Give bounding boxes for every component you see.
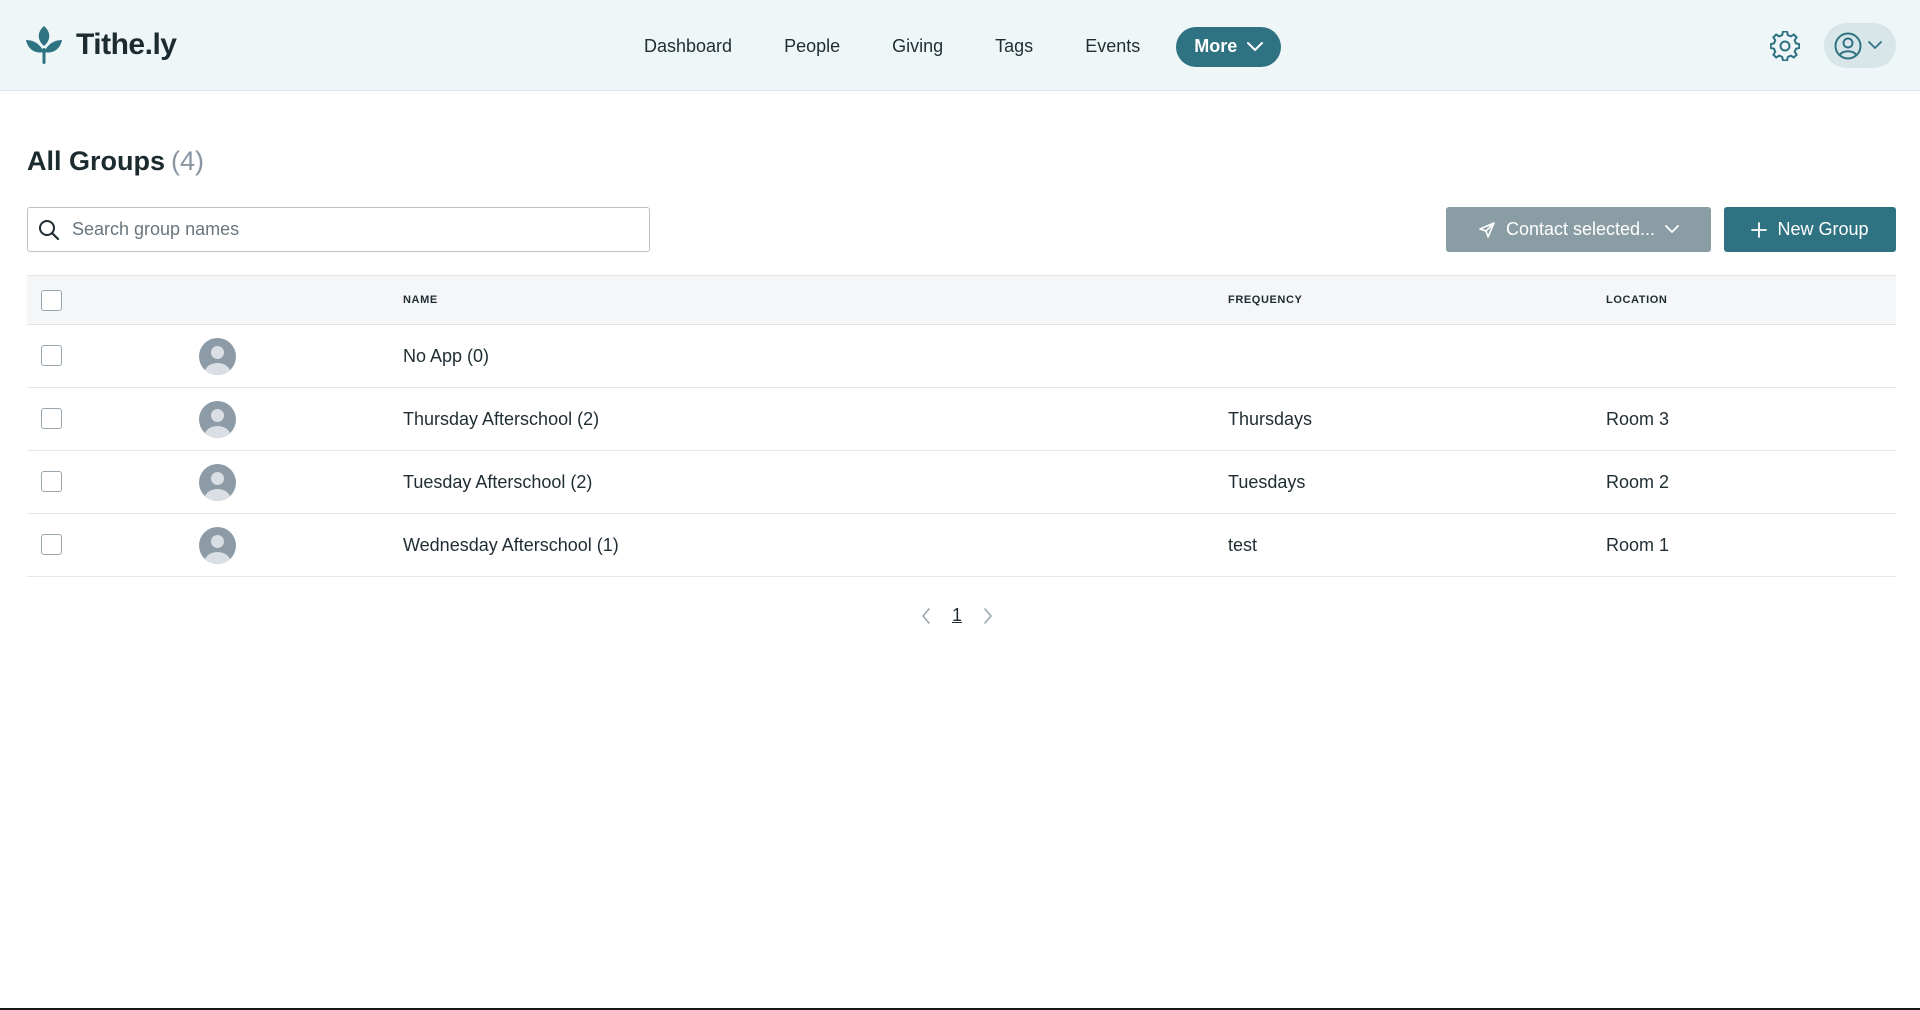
group-name[interactable]: Tuesday Afterschool (2) xyxy=(403,472,592,493)
group-location: Room 2 xyxy=(1606,472,1670,492)
page-title-text: All Groups xyxy=(27,146,166,176)
account-menu-button[interactable] xyxy=(1824,23,1896,68)
chevron-left-icon xyxy=(922,607,930,624)
group-name[interactable]: Wednesday Afterschool (1) xyxy=(403,535,619,556)
chevron-right-icon xyxy=(984,607,992,624)
group-frequency: Thursdays xyxy=(1228,409,1313,429)
table-row[interactable]: Tuesday Afterschool (2) Tuesdays Room 2 xyxy=(27,451,1896,514)
chevron-down-icon xyxy=(1665,225,1679,233)
row-checkbox[interactable] xyxy=(41,408,62,429)
new-group-label: New Group xyxy=(1777,219,1869,239)
page-number-current[interactable]: 1 xyxy=(952,605,962,626)
more-menu-button[interactable]: More xyxy=(1176,26,1282,67)
gear-icon xyxy=(1769,30,1801,62)
page-title: All Groups (4) xyxy=(27,146,204,177)
group-frequency: Tuesdays xyxy=(1228,472,1306,492)
nav-item-tags[interactable]: Tags xyxy=(969,26,1059,67)
row-checkbox[interactable] xyxy=(41,534,62,555)
previous-page-button[interactable] xyxy=(918,606,934,626)
user-avatar-icon xyxy=(199,464,236,501)
column-header-frequency[interactable]: FREQUENCY xyxy=(1228,294,1302,306)
brand-logo[interactable]: Tithe.ly xyxy=(24,24,177,66)
contact-selected-button[interactable]: Contact selected... xyxy=(1446,207,1711,252)
table-row[interactable]: Thursday Afterschool (2) Thursdays Room … xyxy=(27,388,1896,451)
group-count: (4) xyxy=(171,146,205,176)
nav-item-events[interactable]: Events xyxy=(1059,26,1166,67)
user-avatar-icon xyxy=(199,527,236,564)
pagination: 1 xyxy=(918,605,996,626)
group-name[interactable]: No App (0) xyxy=(403,346,489,367)
search-box[interactable] xyxy=(27,207,650,252)
table-row[interactable]: Wednesday Afterschool (1) test Room 1 xyxy=(27,514,1896,577)
groups-table: NAME FREQUENCY LOCATION No App (0) Thurs… xyxy=(27,275,1896,577)
table-row[interactable]: No App (0) xyxy=(27,325,1896,388)
brand-name: Tithe.ly xyxy=(76,28,177,61)
plus-icon xyxy=(1751,221,1768,238)
search-icon xyxy=(39,219,60,240)
next-page-button[interactable] xyxy=(980,606,996,626)
settings-button[interactable] xyxy=(1769,30,1801,62)
user-avatar-icon xyxy=(199,401,236,438)
chevron-down-icon xyxy=(1868,41,1882,49)
column-header-location[interactable]: LOCATION xyxy=(1606,294,1667,306)
send-icon xyxy=(1479,221,1495,238)
nav-item-giving[interactable]: Giving xyxy=(866,26,969,67)
group-frequency: test xyxy=(1228,535,1258,555)
main-nav: Dashboard People Giving Tags Events More xyxy=(618,26,1282,67)
user-circle-icon xyxy=(1834,32,1862,59)
column-header-name[interactable]: NAME xyxy=(403,294,438,306)
search-input[interactable] xyxy=(72,219,632,240)
contact-selected-label: Contact selected... xyxy=(1505,219,1656,239)
row-checkbox[interactable] xyxy=(41,471,62,492)
user-avatar-icon xyxy=(199,338,236,375)
row-checkbox[interactable] xyxy=(41,345,62,366)
group-location: Room 1 xyxy=(1606,535,1670,555)
chevron-down-icon xyxy=(1247,41,1264,51)
group-location: Room 3 xyxy=(1606,409,1670,429)
top-navigation-bar: Tithe.ly Dashboard People Giving Tags Ev… xyxy=(0,0,1920,91)
table-header: NAME FREQUENCY LOCATION xyxy=(27,275,1896,325)
more-menu-label: More xyxy=(1194,36,1238,56)
nav-item-dashboard[interactable]: Dashboard xyxy=(618,26,758,67)
new-group-button[interactable]: New Group xyxy=(1724,207,1896,252)
sprout-logo-icon xyxy=(26,26,62,64)
nav-item-people[interactable]: People xyxy=(758,26,866,67)
select-all-checkbox[interactable] xyxy=(41,290,62,311)
group-name[interactable]: Thursday Afterschool (2) xyxy=(403,409,599,430)
